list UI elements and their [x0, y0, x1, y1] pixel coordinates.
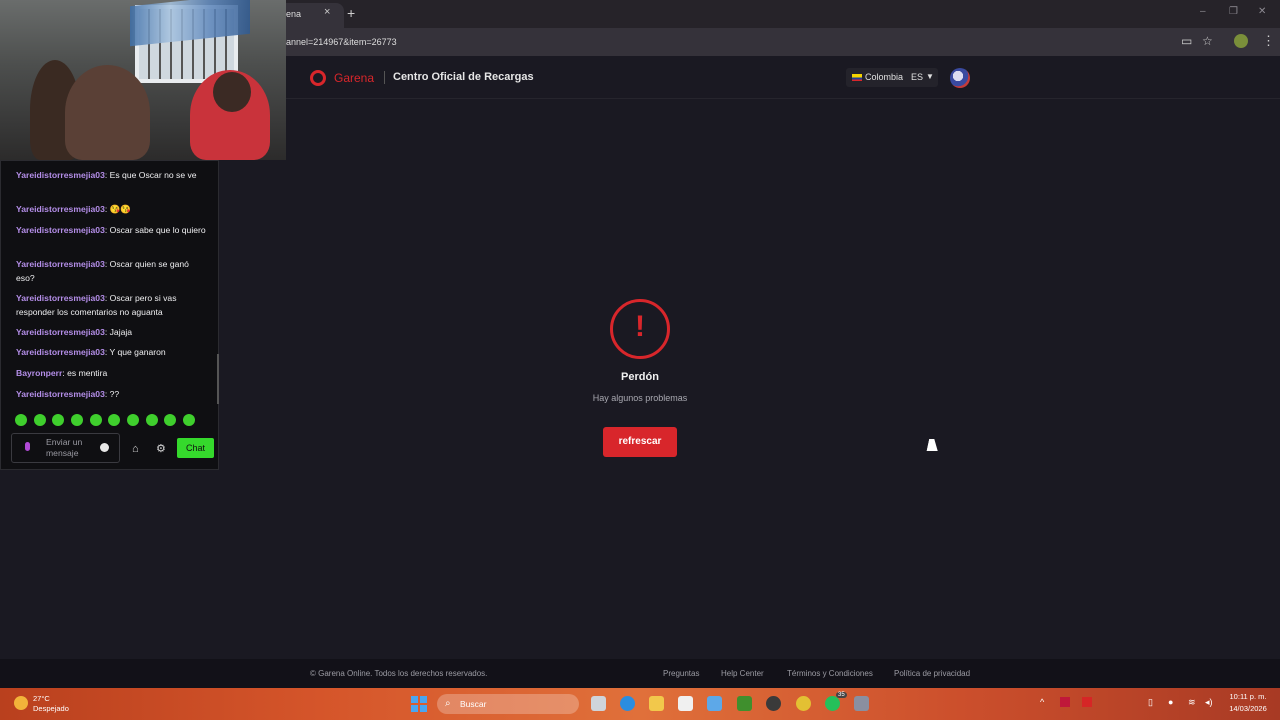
country-label: Colombia: [865, 72, 904, 82]
footer-link-privacy[interactable]: Política de privacidad: [894, 669, 970, 678]
clock-time[interactable]: 10:11 p. m.: [1225, 692, 1271, 701]
emote-icon[interactable]: [146, 414, 158, 426]
battery-icon[interactable]: ▯: [1148, 697, 1153, 708]
restore-button[interactable]: ❐: [1229, 6, 1238, 17]
wifi-icon[interactable]: ≋: [1188, 697, 1196, 708]
tab-close-icon[interactable]: ×: [324, 6, 330, 18]
chat-message: Yareidistorresmejia03: 😘😘: [16, 204, 132, 214]
volume-icon[interactable]: ◂): [1205, 697, 1213, 708]
caret-down-icon: ▼: [926, 72, 934, 81]
site-title: Centro Oficial de Recargas: [393, 71, 534, 83]
footer-link-help-center[interactable]: Help Center: [721, 669, 764, 678]
task-view-icon[interactable]: [591, 696, 606, 711]
extension-icon[interactable]: [1234, 34, 1248, 48]
emote-icon[interactable]: [90, 414, 102, 426]
error-title: Perdón: [621, 371, 659, 383]
obs-icon[interactable]: [766, 696, 781, 711]
emote-icon[interactable]: [15, 414, 27, 426]
chat-message: Yareidistorresmejia03: Es que Oscar no s…: [16, 170, 197, 180]
emote-icon[interactable]: [108, 414, 120, 426]
site-footer: © Garena Online. Todos los derechos rese…: [0, 659, 1280, 688]
copyright-text: © Garena Online. Todos los derechos rese…: [310, 669, 488, 678]
edge-icon[interactable]: [620, 696, 635, 711]
chat-message: Bayronperr: es mentira: [16, 368, 108, 378]
error-subtitle: Hay algunos problemas: [592, 393, 688, 403]
exclamation-icon: !: [635, 310, 645, 343]
webcam-face-right: [213, 72, 251, 112]
chat-message: Yareidistorresmejia03: Oscar quien se ga…: [16, 259, 189, 283]
webcam-overlay: [0, 0, 286, 160]
error-icon: !: [610, 299, 670, 359]
weather-temperature[interactable]: 27°C: [33, 694, 50, 703]
reader-mode-icon[interactable]: ▭: [1181, 34, 1192, 48]
emote-icon[interactable]: [34, 414, 46, 426]
mouse-cursor-icon: [926, 439, 941, 451]
gear-icon[interactable]: ⚙: [156, 442, 166, 455]
footer-link-faq[interactable]: Preguntas: [663, 669, 699, 678]
whatsapp-badge: 35: [836, 692, 847, 698]
windows-start-icon[interactable]: [411, 696, 427, 712]
chat-message: Yareidistorresmejia03: Oscar pero si vas…: [16, 293, 177, 317]
close-window-button[interactable]: ✕: [1258, 6, 1266, 17]
emote-icon[interactable]: [183, 414, 195, 426]
garena-logo-icon[interactable]: [310, 70, 326, 86]
emote-icon[interactable]: [164, 414, 176, 426]
country-language-select[interactable]: Colombia ES ▼: [846, 68, 938, 87]
stream-chat: Yareidistorresmejia03: Es que Oscar no s…: [0, 160, 219, 470]
chat-message: Yareidistorresmejia03: ??: [16, 389, 120, 399]
tray-record-icon[interactable]: [1082, 697, 1092, 707]
mail-icon[interactable]: [707, 696, 722, 711]
mic-icon[interactable]: [25, 442, 30, 451]
calculator-icon[interactable]: [854, 696, 869, 711]
chat-send-button[interactable]: Chat: [177, 438, 214, 458]
emote-icon[interactable]: [127, 414, 139, 426]
chat-message: Yareidistorresmejia03: Jajaja: [16, 327, 133, 337]
tab-title: ena: [286, 9, 302, 19]
chat-input[interactable]: Enviar un mensaje: [11, 433, 120, 463]
refresh-button[interactable]: refrescar: [603, 427, 677, 457]
whatsapp-icon[interactable]: [825, 696, 840, 711]
taskbar-search-label: Buscar: [460, 699, 487, 709]
language-code: ES: [911, 72, 924, 82]
store-app-icon[interactable]: [678, 696, 693, 711]
chat-message: Yareidistorresmejia03: Oscar sabe que lo…: [16, 225, 206, 235]
footer-link-terms[interactable]: Términos y Condiciones: [787, 669, 873, 678]
taskbar-search[interactable]: ⌕ Buscar: [437, 694, 579, 714]
chat-scrollbar[interactable]: [217, 354, 219, 404]
colombia-flag-icon: [852, 74, 862, 81]
user-avatar[interactable]: [950, 68, 970, 88]
tray-app-icon[interactable]: [1060, 697, 1070, 707]
tray-overflow-icon[interactable]: ^: [1040, 697, 1044, 707]
browser-menu-icon[interactable]: ⋮: [1262, 33, 1275, 49]
chrome-icon[interactable]: [796, 696, 811, 711]
minecraft-icon[interactable]: [737, 696, 752, 711]
webcam-person-center: [65, 65, 150, 160]
chat-message: Yareidistorresmejia03: Y que ganaron: [16, 347, 166, 357]
windows-taskbar: 27°C Despejado ⌕ Buscar 35 ^ ▯ ● ≋ ◂) 10…: [0, 688, 1280, 720]
weather-icon[interactable]: [14, 696, 28, 710]
chat-input-placeholder: Enviar un mensaje: [46, 437, 83, 458]
search-icon: ⌕: [445, 698, 451, 709]
clock-date[interactable]: 14/03/2026: [1225, 704, 1271, 713]
file-explorer-icon[interactable]: [649, 696, 664, 711]
bookmark-star-icon[interactable]: ☆: [1202, 34, 1213, 48]
store-icon[interactable]: ⌂: [132, 443, 139, 455]
new-tab-button[interactable]: +: [347, 5, 355, 21]
microphone-icon[interactable]: ●: [1168, 697, 1173, 707]
minimize-button[interactable]: –: [1200, 6, 1206, 17]
weather-description[interactable]: Despejado: [33, 704, 69, 713]
emote-icon[interactable]: [52, 414, 64, 426]
emote-icon[interactable]: [71, 414, 83, 426]
garena-logo-text[interactable]: Garena: [334, 71, 374, 85]
url-text[interactable]: annel=214967&item=26773: [286, 37, 397, 47]
header-divider: [384, 71, 385, 84]
emoji-picker-icon[interactable]: [100, 443, 109, 452]
